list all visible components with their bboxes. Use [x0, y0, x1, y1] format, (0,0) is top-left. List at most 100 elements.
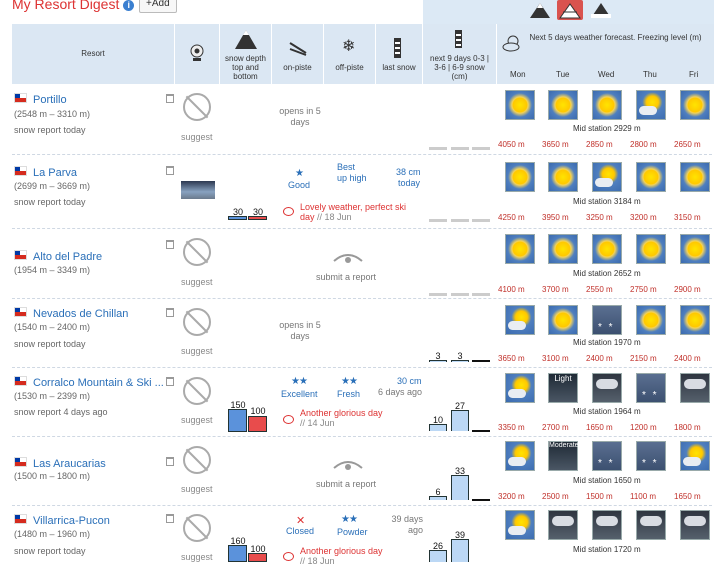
trash-icon[interactable] [166, 166, 174, 175]
snow-report-link[interactable]: snow report today [14, 546, 86, 556]
mountain-bottom-toggle-icon[interactable] [588, 0, 614, 20]
snow-gauge-icon [394, 38, 401, 58]
freezing-level: 2400 m [674, 354, 701, 363]
report-comment[interactable]: Lovely weather, perfect ski day // 18 Ju… [300, 202, 420, 222]
freezing-level: 1650 m [674, 492, 701, 501]
submit-report-link[interactable]: submit a report [316, 479, 376, 489]
trash-icon[interactable] [166, 94, 174, 103]
trash-icon[interactable] [166, 457, 174, 466]
day-label: Tue [556, 70, 570, 79]
col-snow-depth[interactable]: snow depth top and bottom [220, 24, 272, 84]
freezing-level: 2900 m [674, 285, 701, 294]
mid-station: Mid station 2652 m [573, 269, 641, 278]
comment-icon [283, 207, 294, 216]
comment-icon [283, 415, 294, 424]
freezing-level: 2400 m [586, 354, 613, 363]
webcam-thumbnail[interactable] [181, 181, 215, 199]
last-snow-amount: 30 cm [397, 376, 422, 386]
resort-link[interactable]: Corralco Mountain & Ski ... [14, 376, 164, 389]
weather-snow-icon [592, 305, 622, 335]
submit-report-link[interactable]: submit a report [316, 272, 376, 282]
suggest-webcam-link[interactable]: suggest [181, 415, 213, 425]
forecast-bar-empty [451, 219, 469, 222]
freezing-level: 3200 m [498, 492, 525, 501]
col-off-piste[interactable]: ❄ off-piste [324, 24, 376, 84]
suggest-webcam-link[interactable]: suggest [181, 484, 213, 494]
chile-flag-icon [14, 457, 27, 467]
weather-partly-cloudy-icon [505, 305, 535, 335]
trash-icon[interactable] [166, 240, 174, 249]
col-last-snow[interactable]: last snow [376, 24, 423, 84]
col-snow-depth-label: snow depth top and bottom [225, 54, 266, 81]
resort-elevation: (1500 m – 1800 m) [14, 471, 91, 481]
resort-link[interactable]: Portillo [14, 93, 67, 106]
suggest-webcam-link[interactable]: suggest [181, 346, 213, 356]
snow-report-link[interactable]: snow report 4 days ago [14, 407, 108, 417]
chile-flag-icon [14, 307, 27, 317]
snow-forecast-bar [429, 550, 447, 562]
resort-elevation: (1480 m – 1960 m) [14, 529, 91, 539]
freezing-level: 3650 m [498, 354, 525, 363]
mountain-top-toggle-icon[interactable] [527, 0, 553, 20]
col-next9[interactable]: next 9 days 0-3 | 3-6 | 6-9 snow (cm) [423, 24, 497, 84]
snow-report-link[interactable]: snow report today [14, 125, 86, 135]
star-icon: ★★ [291, 376, 308, 387]
mountain-depth-icon [235, 30, 257, 49]
chile-flag-icon [14, 514, 27, 524]
page-title: My Resort Digest i [12, 0, 135, 12]
col-last-snow-label: last snow [382, 63, 416, 72]
chile-flag-icon [14, 376, 27, 386]
forecast-bar-empty [472, 219, 490, 222]
weather-sunny-icon [548, 234, 578, 264]
report-comment[interactable]: Another glorious day// 14 Jun [300, 408, 420, 428]
forecast-bar-empty [472, 147, 490, 150]
freezing-level: 2650 m [674, 140, 701, 149]
freezing-level: 2800 m [630, 140, 657, 149]
off-piste-rating: Powder [337, 527, 368, 537]
add-resort-button[interactable]: +Add [139, 0, 177, 13]
resort-link[interactable]: Nevados de Chillan [14, 307, 128, 320]
suggest-webcam-link[interactable]: suggest [181, 132, 213, 142]
suggest-webcam-link[interactable]: suggest [181, 277, 213, 287]
no-webcam-icon [183, 238, 211, 266]
snowflake-icon: ❄ [342, 38, 356, 55]
resort-elevation: (1530 m – 2399 m) [14, 391, 91, 401]
col-on-piste[interactable]: on-piste [272, 24, 324, 84]
resort-link[interactable]: Alto del Padre [14, 250, 102, 263]
star-icon: ★ [295, 168, 304, 179]
snow-forecast-bar [429, 360, 447, 362]
freezing-level: 2750 m [630, 285, 657, 294]
resort-link[interactable]: La Parva [14, 166, 77, 179]
view-toggle-strip [423, 0, 714, 24]
weather-cloud-sun-icon [502, 35, 520, 52]
weather-sunny-icon [505, 162, 535, 192]
weather-snow-icon [592, 441, 622, 471]
freezing-level: 3200 m [630, 213, 657, 222]
snow-report-link[interactable]: snow report today [14, 339, 86, 349]
resort-elevation: (1540 m – 2400 m) [14, 322, 91, 332]
depth-bottom-value: 100 [250, 406, 266, 416]
weather-sunny-icon [636, 234, 666, 264]
trash-icon[interactable] [166, 308, 174, 317]
weather-heavy-snow-icon [636, 510, 666, 540]
chile-flag-icon [14, 166, 27, 176]
snow-report-link[interactable]: snow report today [14, 197, 86, 207]
info-icon[interactable]: i [123, 0, 135, 11]
row-divider [12, 436, 712, 437]
mountain-mid-toggle-icon[interactable] [557, 0, 583, 20]
report-comment[interactable]: Another glorious day// 18 Jun [300, 546, 420, 566]
suggest-webcam-link[interactable]: suggest [181, 552, 213, 562]
resort-link[interactable]: Villarrica-Pucon [14, 514, 110, 527]
col-resort-label: Resort [81, 49, 105, 58]
weather-sunny-icon [680, 90, 710, 120]
trash-icon[interactable] [166, 514, 174, 523]
row-divider [12, 154, 712, 155]
weather-heavy-snow-icon [680, 373, 710, 403]
page-title-text: My Resort Digest [12, 0, 120, 12]
col-resort[interactable]: Resort [12, 24, 175, 84]
last-snow-when: today [398, 178, 421, 188]
resort-link[interactable]: Las Araucarias [14, 457, 106, 470]
weather-partly-cloudy-icon [680, 441, 710, 471]
trash-icon[interactable] [166, 377, 174, 386]
chile-flag-icon [14, 250, 27, 260]
